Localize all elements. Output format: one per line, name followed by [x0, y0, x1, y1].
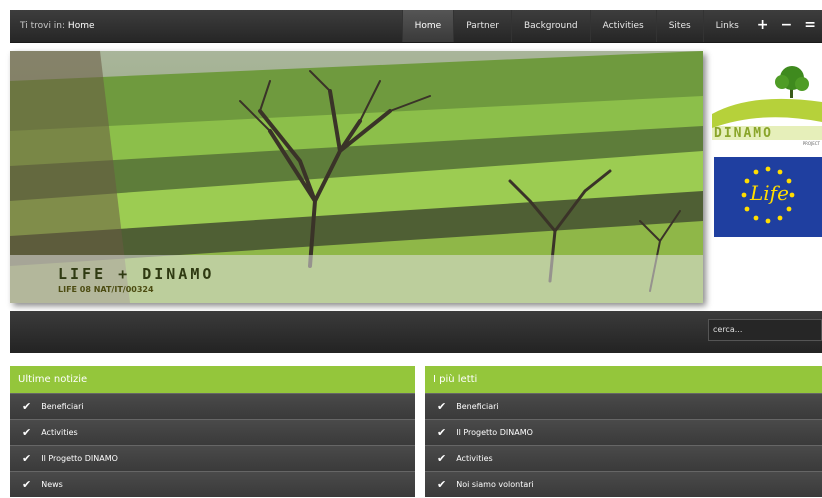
checkmark-icon: ✔	[437, 477, 447, 491]
checkmark-icon: ✔	[437, 399, 447, 413]
font-decrease-button[interactable]: −	[775, 10, 799, 42]
top-navigation-bar: Ti trovi in: Home Home Partner Backgroun…	[10, 10, 822, 43]
dinamo-logo-text: DINAMO	[714, 126, 773, 141]
font-reset-button[interactable]: =	[798, 10, 822, 42]
checkmark-icon: ✔	[22, 451, 32, 465]
hero-subtitle: LIFE 08 NAT/IT/00324	[58, 285, 154, 294]
checkmark-icon: ✔	[437, 425, 447, 439]
nav-partner[interactable]: Partner	[453, 10, 511, 42]
checkmark-icon: ✔	[22, 399, 32, 413]
list-item-label: Il Progetto DINAMO	[456, 427, 533, 437]
search-input[interactable]: cerca...	[708, 319, 822, 341]
most-read-panel: I più letti ✔ Beneficiari ✔ Il Progetto DI…	[425, 366, 822, 497]
hero-banner: LIFE + DINAMO LIFE 08 NAT/IT/00324	[10, 51, 703, 303]
nav-activities[interactable]: Activities	[589, 10, 656, 42]
list-item[interactable]: ✔ Beneficiari	[10, 393, 415, 419]
dinamo-project-logo[interactable]: DINAMO PROJECT	[712, 62, 822, 148]
breadcrumb-home-link[interactable]: Home	[68, 21, 95, 31]
checkmark-icon: ✔	[22, 477, 32, 491]
list-item-label: Beneficiari	[41, 401, 84, 411]
most-read-title: I più letti	[425, 366, 822, 393]
checkmark-icon: ✔	[437, 451, 447, 465]
font-increase-button[interactable]: +	[751, 10, 775, 42]
list-item[interactable]: ✔ News	[10, 471, 415, 497]
list-item[interactable]: ✔ Activities	[10, 419, 415, 445]
checkmark-icon: ✔	[22, 425, 32, 439]
list-item-label: Activities	[456, 453, 493, 463]
nav-sites[interactable]: Sites	[655, 10, 703, 42]
life-logo-text: Life	[750, 181, 789, 205]
list-item-label: Noi siamo volontari	[456, 479, 534, 489]
list-item[interactable]: ✔ Beneficiari	[425, 393, 822, 419]
list-item[interactable]: ✔ Il Progetto DINAMO	[425, 419, 822, 445]
latest-news-title: Ultime notizie	[10, 366, 415, 393]
breadcrumb-prefix: Ti trovi in:	[20, 21, 66, 31]
list-item-label: Beneficiari	[456, 401, 499, 411]
secondary-bar	[10, 311, 822, 353]
nav-home[interactable]: Home	[401, 10, 454, 42]
list-item-label: Activities	[41, 427, 78, 437]
list-item[interactable]: ✔ Activities	[425, 445, 822, 471]
list-item-label: Il Progetto DINAMO	[41, 453, 118, 463]
nav-background[interactable]: Background	[510, 10, 590, 42]
breadcrumb: Ti trovi in: Home	[20, 10, 95, 42]
eu-life-logo[interactable]: Life	[714, 157, 822, 237]
list-item[interactable]: ✔ Noi siamo volontari	[425, 471, 822, 497]
dinamo-logo-tagline: PROJECT	[802, 141, 820, 146]
main-menu: Home Partner Background Activities Sites…	[401, 10, 822, 42]
nav-links[interactable]: Links	[702, 10, 751, 42]
list-item[interactable]: ✔ Il Progetto DINAMO	[10, 445, 415, 471]
hero-title: LIFE + DINAMO	[58, 265, 215, 283]
hero-caption: LIFE + DINAMO LIFE 08 NAT/IT/00324	[10, 255, 703, 303]
list-item-label: News	[41, 479, 63, 489]
latest-news-panel: Ultime notizie ✔ Beneficiari ✔ Activities …	[10, 366, 415, 497]
